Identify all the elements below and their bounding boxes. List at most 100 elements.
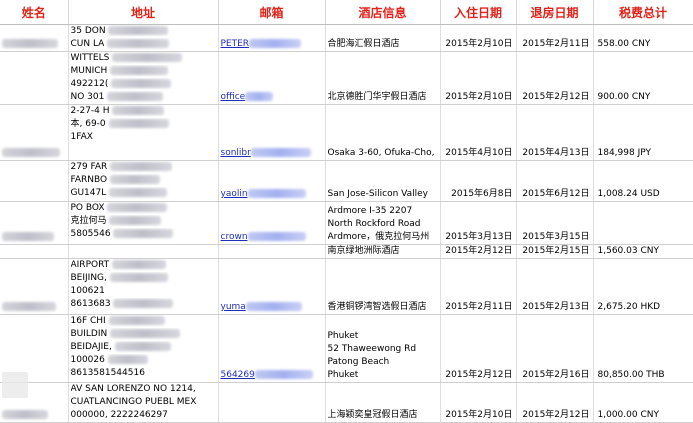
email-link[interactable]: sonlibr: [221, 148, 311, 158]
cell-checkin[interactable]: 2015年4月10日: [440, 104, 517, 161]
header-address[interactable]: 地址: [68, 0, 219, 25]
header-hotel[interactable]: 酒店信息: [325, 0, 441, 25]
cell-hotel[interactable]: Ardmore I-35 2207 North Rockford Road Ardm…: [325, 201, 441, 245]
address-text: 000000, 2222246297: [70, 410, 168, 420]
cell-hotel[interactable]: 北京德胜门华宇假日酒店: [325, 51, 441, 105]
cell-email[interactable]: PETER: [218, 24, 326, 52]
cell-address[interactable]: WITTELS MUNICH 492212( NO 301: [68, 51, 219, 105]
address-line: MUNICH: [71, 65, 216, 78]
cell-email[interactable]: [218, 382, 326, 423]
cell-email[interactable]: sonlibr: [218, 104, 326, 161]
cell-name[interactable]: [0, 258, 69, 315]
cell-address[interactable]: [68, 244, 219, 259]
cell-checkin[interactable]: 2015年6月8日: [440, 160, 517, 202]
cell-email[interactable]: yuma: [218, 258, 326, 315]
cell-tax[interactable]: 1,560.03 CNY: [593, 244, 693, 259]
address-text: MUNICH: [70, 66, 108, 76]
cell-email[interactable]: yaolin: [218, 160, 326, 202]
cell-checkout[interactable]: 2015年2月13日: [516, 258, 594, 315]
header-name[interactable]: 姓名: [0, 0, 69, 25]
redacted-block: [109, 216, 162, 225]
email-link[interactable]: 564269: [221, 370, 313, 380]
cell-address[interactable]: AIRPORT BEIJING, 100621 8613683: [68, 258, 219, 315]
cell-tax[interactable]: 80,850.00 THB: [593, 314, 693, 383]
cell-hotel[interactable]: 上海颖奕皇冠假日酒店: [325, 382, 441, 423]
cell-checkout[interactable]: 2015年2月12日: [516, 51, 594, 105]
cell-checkin[interactable]: 2015年3月13日: [440, 201, 517, 245]
cell-tax[interactable]: 1,008.24 USD: [593, 160, 693, 202]
address-line: 000000, 2222246297: [71, 409, 216, 422]
address-text: PO BOX: [70, 203, 105, 213]
cell-hotel[interactable]: Osaka 3-60, Ofuka-Cho, K: [325, 104, 441, 161]
address-line: BEIJING,: [71, 272, 216, 285]
email-link[interactable]: crown: [221, 232, 306, 242]
header-email[interactable]: 邮箱: [218, 0, 326, 25]
redacted-block: [110, 162, 173, 171]
address-text: BEIJING,: [70, 273, 107, 283]
cell-email[interactable]: 564269: [218, 314, 326, 383]
address-line: 100621: [71, 285, 216, 298]
redacted-block: [249, 39, 302, 48]
hotel-line: 上海颖奕皇冠假日酒店: [327, 410, 418, 420]
cell-hotel[interactable]: 合肥海汇假日酒店: [325, 24, 441, 52]
cell-checkin[interactable]: 2015年2月10日: [440, 51, 517, 105]
cell-checkout[interactable]: 2015年2月15日: [516, 244, 594, 259]
address-line: 279 FAR: [71, 161, 216, 174]
cell-tax[interactable]: 1,000.00 CNY: [593, 382, 693, 423]
cell-tax[interactable]: 184,998 JPY: [593, 104, 693, 161]
cell-checkout[interactable]: 2015年6月12日: [516, 160, 594, 202]
cell-tax[interactable]: 900.00 CNY: [593, 51, 693, 105]
email-link[interactable]: yaolin: [221, 189, 306, 199]
cell-checkin[interactable]: 2015年2月12日: [440, 314, 517, 383]
cell-address[interactable]: 2-27-4 H 本, 69-0 1FAX: [68, 104, 219, 161]
redacted-block: [112, 106, 165, 115]
email-link[interactable]: PETER: [221, 39, 302, 49]
header-checkin[interactable]: 入住日期: [440, 0, 517, 25]
address-line: 35 DON: [71, 25, 216, 38]
cell-tax[interactable]: [593, 201, 693, 245]
address-text: 16F CHI: [70, 316, 106, 326]
header-tax[interactable]: 税费总计: [593, 0, 693, 25]
address-line: 5805546: [71, 228, 216, 241]
cell-address[interactable]: 35 DON CUN LA: [68, 24, 219, 52]
hotel-line: Patong Beach: [327, 357, 390, 367]
cell-checkout[interactable]: 2015年3月15日: [516, 201, 594, 245]
cell-checkin[interactable]: 2015年2月10日: [440, 382, 517, 423]
cell-address[interactable]: AV SAN LORENZO NO 1214, CUATLANCINGO PUEB…: [68, 382, 219, 423]
cell-name[interactable]: [0, 24, 69, 52]
cell-tax[interactable]: 2,675.20 HKD: [593, 258, 693, 315]
cell-address[interactable]: PO BOX 克拉何马 5805546: [68, 201, 219, 245]
address-text: GU147L: [70, 188, 107, 198]
cell-checkout[interactable]: 2015年2月12日: [516, 382, 594, 423]
cell-checkout[interactable]: 2015年4月13日: [516, 104, 594, 161]
cell-checkout[interactable]: 2015年2月11日: [516, 24, 594, 52]
table-row: WITTELS MUNICH 492212( NO 301 office 北京德胜…: [0, 51, 693, 105]
cell-checkin[interactable]: 2015年2月11日: [440, 258, 517, 315]
cell-hotel[interactable]: 香港铜锣湾智选假日酒店: [325, 258, 441, 315]
cell-name[interactable]: [0, 244, 69, 259]
table-row: 2-27-4 H 本, 69-0 1FAX sonlibr Osaka 3-60, …: [0, 104, 693, 161]
address-text: BEIDAJIE,: [70, 342, 112, 352]
address-line: FARNBO: [71, 174, 216, 187]
email-link[interactable]: office: [221, 92, 274, 102]
cell-checkin[interactable]: 2015年2月12日: [440, 244, 517, 259]
cell-checkout[interactable]: 2015年2月16日: [516, 314, 594, 383]
email-link[interactable]: yuma: [221, 302, 302, 312]
cell-hotel[interactable]: 南京绿地洲际酒店: [325, 244, 441, 259]
cell-name[interactable]: [0, 104, 69, 161]
cell-name[interactable]: [0, 51, 69, 105]
cell-address[interactable]: 16F CHI BUILDIN BEIDAJIE, 100026 8613581…: [68, 314, 219, 383]
cell-hotel[interactable]: San Jose-Silicon Valley: [325, 160, 441, 202]
cell-name[interactable]: [0, 201, 69, 245]
cell-tax[interactable]: 558.00 CNY: [593, 24, 693, 52]
cell-hotel[interactable]: Phuket 52 Thaweewong Rd Patong Beach Phuket: [325, 314, 441, 383]
cell-email[interactable]: office: [218, 51, 326, 105]
cell-checkin[interactable]: 2015年2月10日: [440, 24, 517, 52]
cell-email[interactable]: crown: [218, 201, 326, 245]
hotel-line: Osaka 3-60, Ofuka-Cho, K: [327, 148, 438, 158]
header-checkout[interactable]: 退房日期: [516, 0, 594, 25]
cell-email[interactable]: [218, 244, 326, 259]
cell-address[interactable]: 279 FAR FARNBO GU147L: [68, 160, 219, 202]
cell-name[interactable]: [0, 160, 69, 202]
address-line: AIRPORT: [71, 259, 216, 272]
